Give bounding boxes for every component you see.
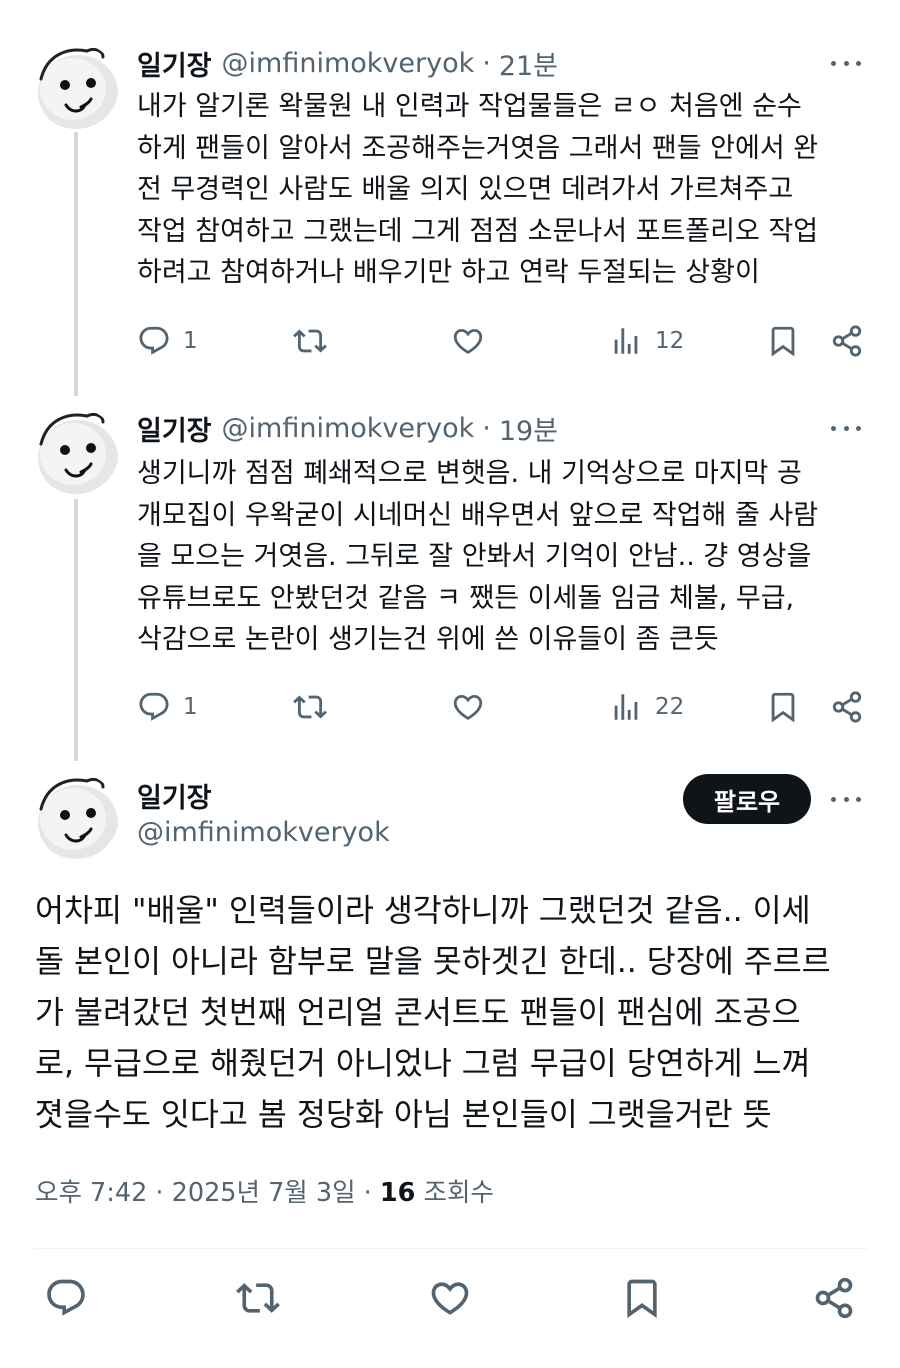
main-author-name[interactable]: 일기장 bbox=[137, 776, 212, 815]
share-icon bbox=[812, 1276, 856, 1320]
tweet-actions: 1 22 bbox=[137, 687, 867, 727]
share-button[interactable] bbox=[812, 1276, 856, 1320]
share-icon bbox=[830, 324, 864, 358]
share-button[interactable] bbox=[830, 687, 864, 727]
more-options-icon[interactable] bbox=[828, 416, 864, 440]
main-tweet-text: 어차피 "배울" 인력들이라 생각하니까 그랬던것 같음.. 이세 돌 본인이 … bbox=[35, 893, 831, 1133]
reply-button[interactable]: 1 bbox=[137, 321, 198, 361]
thread-tweet[interactable]: 일기장 @imfinimokveryok · 19분 생기니까 점점 폐쇄적으로… bbox=[0, 408, 900, 738]
tweet-time[interactable]: 19분 bbox=[499, 409, 558, 448]
post-time[interactable]: 오후 7:42 bbox=[35, 1178, 147, 1208]
divider bbox=[33, 1248, 868, 1249]
reply-icon bbox=[137, 690, 171, 724]
bookmark-icon bbox=[766, 690, 800, 724]
separator-dot: · bbox=[363, 1178, 372, 1208]
reply-count: 1 bbox=[183, 694, 198, 720]
retweet-icon bbox=[293, 690, 327, 724]
views-count: 16 bbox=[379, 1178, 416, 1208]
bookmark-button[interactable] bbox=[766, 687, 800, 727]
main-tweet-actions bbox=[0, 1276, 900, 1326]
bookmark-icon bbox=[620, 1276, 664, 1320]
retweet-button[interactable] bbox=[293, 321, 327, 361]
retweet-icon bbox=[236, 1276, 280, 1320]
thread-tweet[interactable]: 일기장 @imfinimokveryok · 21분 내가 알기론 왁물원 내 … bbox=[0, 43, 900, 373]
retweet-icon bbox=[293, 324, 327, 358]
tweet-text: 생기니까 점점 폐쇄적으로 변햇음. 내 기억상으로 마지막 공 개모집이 우왁… bbox=[137, 458, 819, 655]
views-count: 22 bbox=[655, 694, 685, 720]
reply-icon bbox=[137, 324, 171, 358]
views-label: 조회수 bbox=[423, 1178, 494, 1208]
reply-button[interactable] bbox=[44, 1276, 88, 1320]
separator-dot: · bbox=[155, 1178, 164, 1208]
main-avatar[interactable] bbox=[33, 773, 119, 859]
heart-icon bbox=[451, 690, 485, 724]
separator-dot: · bbox=[482, 47, 491, 79]
share-icon bbox=[830, 690, 864, 724]
retweet-button[interactable] bbox=[236, 1276, 280, 1320]
views-count: 12 bbox=[655, 328, 685, 354]
analytics-icon bbox=[609, 324, 643, 358]
heart-icon bbox=[428, 1276, 472, 1320]
retweet-button[interactable] bbox=[293, 687, 327, 727]
follow-button[interactable]: 팔로우 bbox=[683, 774, 811, 824]
author-handle[interactable]: @imfinimokveryok bbox=[222, 413, 475, 444]
views-button[interactable]: 22 bbox=[609, 687, 684, 727]
avatar[interactable] bbox=[33, 408, 119, 494]
heart-icon bbox=[451, 324, 485, 358]
tweet-text: 내가 알기론 왁물원 내 인력과 작업물들은 ㄹㅇ 처음엔 순수 하게 팬들이 … bbox=[137, 91, 819, 288]
views-button[interactable]: 12 bbox=[609, 321, 684, 361]
main-author-handle[interactable]: @imfinimokveryok bbox=[137, 817, 390, 848]
like-button[interactable] bbox=[428, 1276, 472, 1320]
author-name[interactable]: 일기장 bbox=[137, 44, 212, 83]
more-options-icon[interactable] bbox=[828, 51, 864, 75]
tweet-time[interactable]: 21분 bbox=[499, 44, 558, 83]
separator-dot: · bbox=[482, 412, 491, 444]
reply-button[interactable]: 1 bbox=[137, 687, 198, 727]
tweet-actions: 1 12 bbox=[137, 321, 867, 361]
share-button[interactable] bbox=[830, 321, 864, 361]
reply-icon bbox=[44, 1276, 88, 1320]
bookmark-icon bbox=[766, 324, 800, 358]
analytics-icon bbox=[609, 690, 643, 724]
like-button[interactable] bbox=[451, 321, 485, 361]
bookmark-button[interactable] bbox=[766, 321, 800, 361]
author-name[interactable]: 일기장 bbox=[137, 409, 212, 448]
author-handle[interactable]: @imfinimokveryok bbox=[222, 48, 475, 79]
reply-count: 1 bbox=[183, 328, 198, 354]
bookmark-button[interactable] bbox=[620, 1276, 664, 1320]
post-date[interactable]: 2025년 7월 3일 bbox=[172, 1178, 356, 1208]
more-options-icon[interactable] bbox=[828, 787, 864, 811]
avatar[interactable] bbox=[33, 43, 119, 129]
like-button[interactable] bbox=[451, 687, 485, 727]
tweet-meta: 오후 7:42 · 2025년 7월 3일 · 16 조회수 bbox=[35, 1172, 494, 1209]
